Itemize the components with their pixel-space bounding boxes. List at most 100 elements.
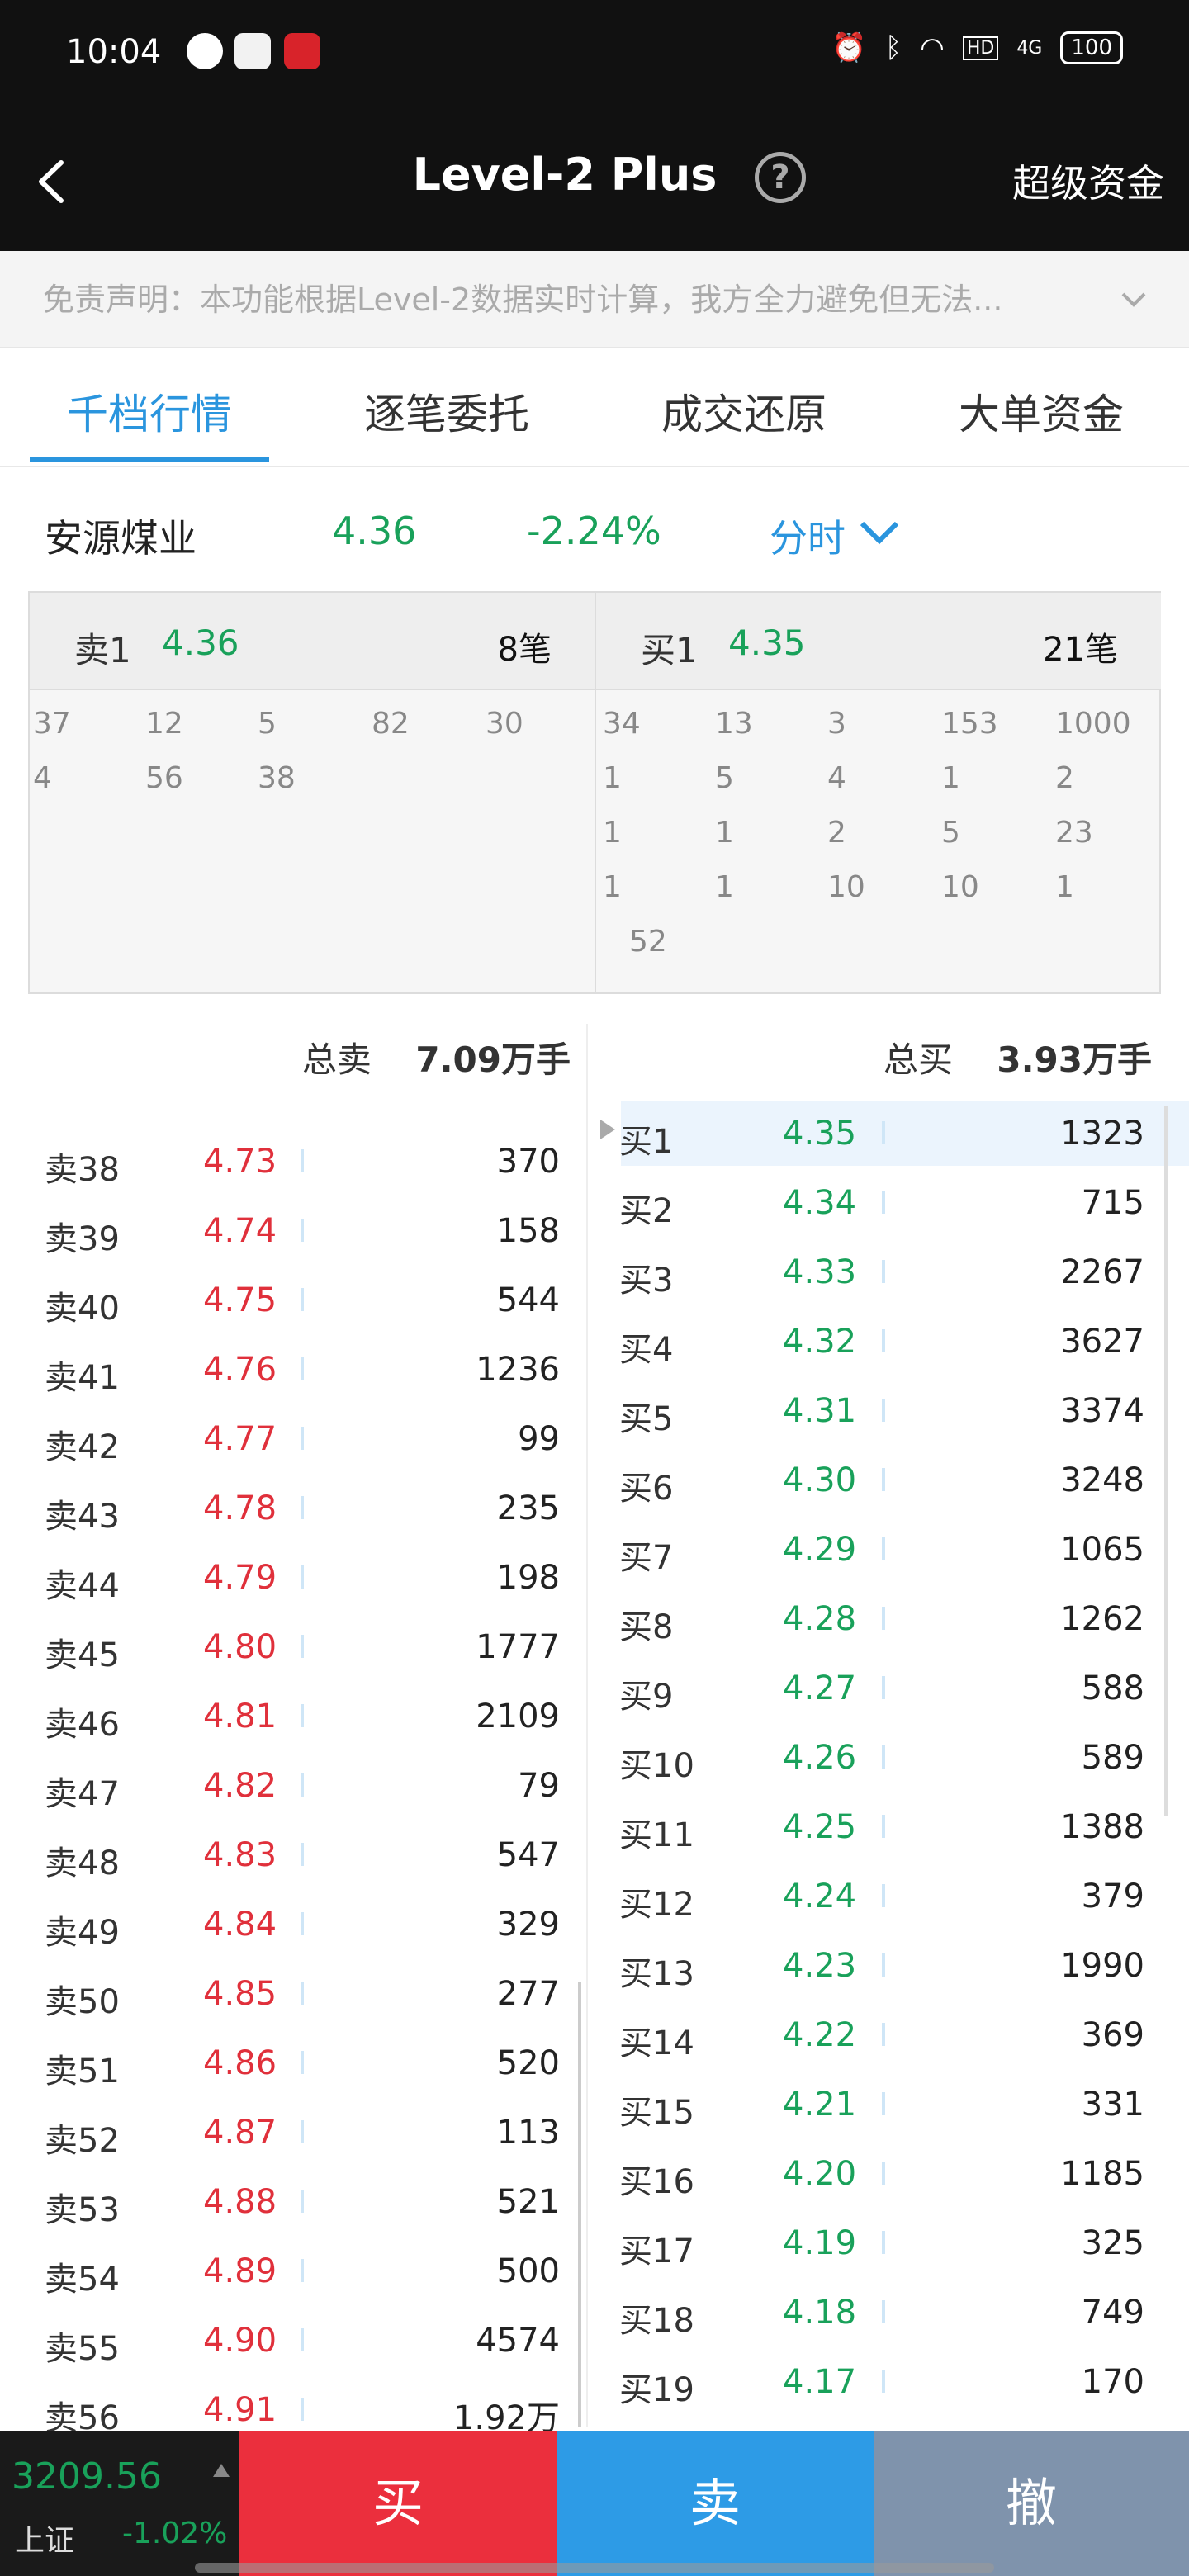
app-notification-icon (187, 33, 223, 69)
bid-row[interactable]: 买17 4.19 325 (619, 2208, 1144, 2277)
bid-volume: 589 (1081, 1739, 1144, 1777)
bid-row[interactable]: 买14 4.22 369 (619, 2000, 1144, 2069)
ask-row[interactable]: 卖44 4.79 198 (45, 1542, 560, 1612)
ask-price: 4.78 (203, 1489, 277, 1527)
volume-bar (301, 1427, 304, 1450)
bluetooth-icon: ᛒ (884, 31, 902, 64)
bid-row[interactable]: 买10 4.26 589 (619, 1722, 1144, 1792)
bid-row[interactable]: 买12 4.24 379 (619, 1861, 1144, 1930)
ask-row[interactable]: 卖38 4.73 370 (45, 1126, 560, 1196)
tab-big-order-fund[interactable]: 大单资金 (921, 381, 1161, 441)
volume-bar (301, 1982, 304, 2005)
ask-row[interactable]: 卖50 4.85 277 (45, 1958, 560, 2028)
tab-depth-quote[interactable]: 千档行情 (30, 381, 269, 441)
queue-order-volume: 1 (603, 761, 622, 795)
ask-price: 4.86 (203, 2044, 277, 2082)
wifi-icon: ◠ (920, 31, 945, 64)
ask-row[interactable]: 卖46 4.81 2109 (45, 1681, 560, 1750)
ask-price: 4.73 (203, 1143, 277, 1181)
order-queue-panel: 卖1 4.36 8笔 买1 4.35 21笔 37 12 5 82 30 4 56 38 34… (28, 591, 1161, 994)
bid-price: 4.25 (783, 1808, 857, 1846)
bid-row[interactable]: 买7 4.29 1065 (619, 1514, 1144, 1584)
cancel-order-button[interactable]: 撤 (874, 2431, 1189, 2576)
volume-bar (882, 1260, 885, 1283)
total-buy-value: 3.93万手 (997, 1039, 1153, 1080)
expand-up-icon (213, 2464, 230, 2477)
ask-row[interactable]: 卖40 4.75 544 (45, 1265, 560, 1334)
ask-row[interactable]: 卖41 4.76 1236 (45, 1334, 560, 1404)
ask-level-label: 卖40 (45, 1290, 120, 1328)
disclaimer-text: 免责声明：本功能根据Level-2数据实时计算，我方全力避免但无法... (43, 282, 1003, 318)
buy1-label: 买1 (641, 630, 698, 670)
bid-row[interactable]: 买13 4.23 1990 (619, 1930, 1144, 2000)
ask-row[interactable]: 卖45 4.80 1777 (45, 1612, 560, 1681)
bid-volume: 1185 (1060, 2155, 1144, 2193)
bid-price: 4.31 (783, 1392, 857, 1430)
volume-bar (882, 1815, 885, 1838)
battery-icon: 100 (1060, 31, 1123, 64)
index-ticker[interactable]: 3209.56 上证 -1.02% (0, 2431, 239, 2576)
disclaimer-bar[interactable]: 免责声明：本功能根据Level-2数据实时计算，我方全力避免但无法... (0, 251, 1189, 348)
ask-row[interactable]: 卖54 4.89 500 (45, 2236, 560, 2305)
ask-scrollbar[interactable] (578, 1982, 581, 2427)
ask-volume: 329 (496, 1906, 560, 1944)
bid-level-label: 买5 (619, 1400, 674, 1438)
queue-order-volume: 153 (941, 707, 998, 741)
bid-level-label: 买2 (619, 1192, 674, 1230)
ask-row[interactable]: 卖42 4.77 99 (45, 1404, 560, 1473)
chevron-down-icon (860, 521, 899, 545)
bid-price: 4.19 (783, 2224, 857, 2262)
chevron-down-icon[interactable] (1120, 286, 1148, 314)
ask-row[interactable]: 卖51 4.86 520 (45, 2028, 560, 2097)
bid-row[interactable]: 买1 4.35 1323 (619, 1098, 1144, 1167)
ask-row[interactable]: 卖47 4.82 79 (45, 1750, 560, 1820)
bid-price: 4.18 (783, 2294, 857, 2332)
bid-volume: 369 (1081, 2016, 1144, 2054)
queue-divider (594, 593, 596, 994)
volume-bar (882, 1607, 885, 1630)
ask-volume: 79 (518, 1767, 560, 1805)
ask-row[interactable]: 卖52 4.87 113 (45, 2097, 560, 2166)
bid-level-label: 买13 (619, 1955, 694, 1993)
bid-row[interactable]: 买19 4.17 170 (619, 2346, 1144, 2416)
ask-level-label: 卖41 (45, 1359, 120, 1397)
bid-row[interactable]: 买18 4.18 749 (619, 2277, 1144, 2346)
stock-summary: 安源煤业 4.36 -2.24% 分时 (0, 467, 1189, 591)
bid-row[interactable]: 买4 4.32 3627 (619, 1306, 1144, 1376)
tab-order-by-order[interactable]: 逐笔委托 (327, 381, 566, 441)
volume-bar (882, 2300, 885, 2323)
ask-row[interactable]: 卖53 4.88 521 (45, 2166, 560, 2236)
bid-row[interactable]: 买15 4.21 331 (619, 2069, 1144, 2138)
bid-row[interactable]: 买16 4.20 1185 (619, 2138, 1144, 2208)
timeshare-dropdown[interactable]: 分时 (770, 509, 899, 563)
bid-row[interactable]: 买3 4.33 2267 (619, 1237, 1144, 1306)
tab-bar: 千档行情 逐笔委托 成交还原 大单资金 (0, 348, 1189, 467)
sell-button[interactable]: 卖 (557, 2431, 874, 2576)
ask-level-label: 卖48 (45, 1844, 120, 1882)
ask-volume: 544 (496, 1281, 560, 1319)
ask-row[interactable]: 卖49 4.84 329 (45, 1889, 560, 1958)
tab-trade-restore[interactable]: 成交还原 (624, 381, 864, 441)
bid-level-label: 买18 (619, 2302, 694, 2340)
ask-row[interactable]: 卖55 4.90 4574 (45, 2305, 560, 2375)
ask-volume: 547 (496, 1836, 560, 1874)
bid-row[interactable]: 买11 4.25 1388 (619, 1792, 1144, 1861)
volume-bar (301, 1704, 304, 1727)
volume-bar (301, 1565, 304, 1589)
ask-row[interactable]: 卖39 4.74 158 (45, 1196, 560, 1265)
ask-level-label: 卖49 (45, 1914, 120, 1952)
queue-order-volume: 12 (145, 707, 183, 741)
bid-row[interactable]: 买5 4.31 3374 (619, 1376, 1144, 1445)
super-fund-link[interactable]: 超级资金 (1012, 154, 1164, 208)
ask-row[interactable]: 卖43 4.78 235 (45, 1473, 560, 1542)
help-icon[interactable]: ? (755, 152, 806, 203)
bid-scrollbar[interactable] (1164, 1106, 1168, 1816)
bid-row[interactable]: 买6 4.30 3248 (619, 1445, 1144, 1514)
ask-row[interactable]: 卖48 4.83 547 (45, 1820, 560, 1889)
ask-volume: 520 (496, 2044, 560, 2082)
bid-row[interactable]: 买8 4.28 1262 (619, 1584, 1144, 1653)
bid-row[interactable]: 买9 4.27 588 (619, 1653, 1144, 1722)
bid-row[interactable]: 买2 4.34 715 (619, 1167, 1144, 1237)
buy-button[interactable]: 买 (239, 2431, 557, 2576)
bid-volume: 331 (1081, 2086, 1144, 2124)
